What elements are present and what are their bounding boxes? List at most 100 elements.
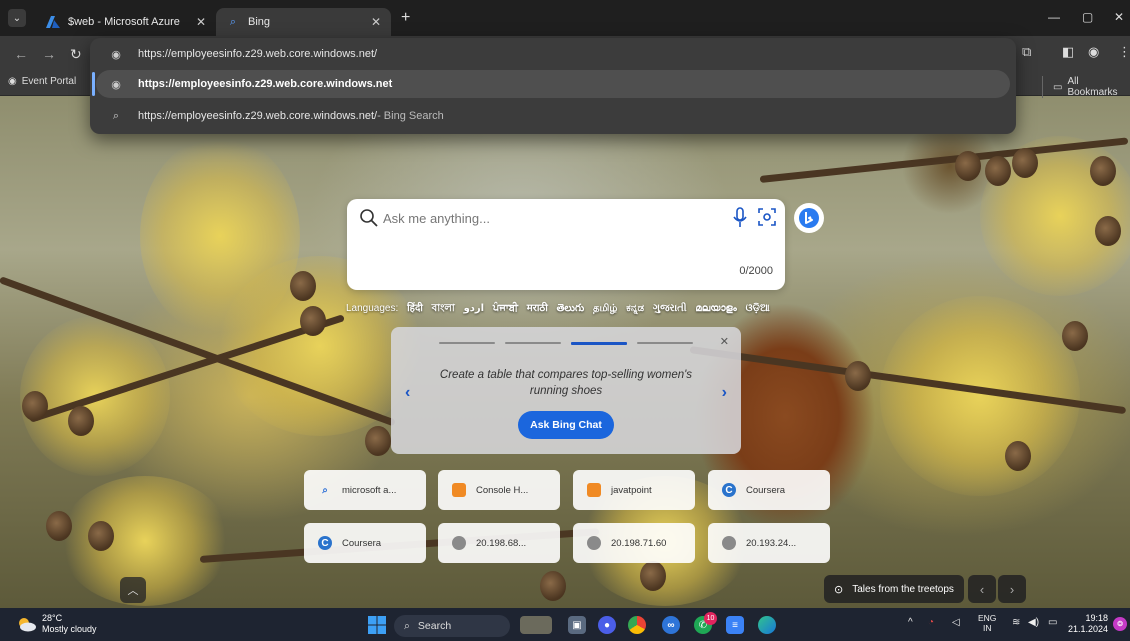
previous-image-icon[interactable]: ‹: [968, 575, 996, 603]
quick-link-label: Coursera: [342, 537, 382, 549]
taskbar-search[interactable]: ⌕ Search: [394, 615, 510, 637]
chevron-up-icon[interactable]: ^: [908, 617, 913, 628]
bing-icon: ⌕: [229, 15, 237, 28]
teams-chat-icon[interactable]: ●: [598, 616, 616, 634]
maximize-icon[interactable]: ▢: [1082, 10, 1093, 24]
carousel-dot[interactable]: [637, 342, 693, 344]
search-input[interactable]: [383, 208, 703, 228]
battery-icon[interactable]: ▭: [1048, 617, 1057, 628]
globe-icon: ◉: [111, 78, 121, 91]
language-link[interactable]: ગુજરાતી: [653, 303, 687, 314]
language-link[interactable]: हिंदी: [407, 303, 423, 314]
bing-chat-button[interactable]: [794, 203, 824, 233]
windows-start-icon[interactable]: [368, 616, 386, 634]
quick-link[interactable]: javatpoint: [573, 470, 695, 510]
carousel-dot[interactable]: [439, 342, 495, 344]
chrome-icon[interactable]: [628, 616, 646, 634]
app-tray-icon[interactable]: ◔: [928, 617, 934, 628]
language-link[interactable]: বাংলা: [432, 303, 455, 314]
chevron-right-icon[interactable]: ›: [722, 384, 727, 402]
language-link[interactable]: ਪੰਜਾਬੀ: [493, 303, 518, 314]
edge-icon[interactable]: [758, 616, 776, 634]
suggestion-url[interactable]: ◉ https://employeesinfo.z29.web.core.win…: [96, 70, 1010, 98]
title-bar: ⌄ $web - Microsoft Azure ✕ ⌕ Bing ✕ + — …: [0, 0, 1130, 36]
language-code: ENG: [978, 613, 997, 623]
notes-icon[interactable]: ≡: [726, 616, 744, 634]
quick-link[interactable]: C Coursera: [304, 523, 426, 563]
search-icon: ⌕: [404, 619, 410, 632]
tab-title: $web - Microsoft Azure: [68, 16, 180, 28]
bookmark-label: Event Portal: [21, 76, 77, 87]
quick-link[interactable]: 20.198.71.60: [573, 523, 695, 563]
send-icon[interactable]: ◁: [952, 617, 960, 628]
menu-icon[interactable]: ⋮: [1118, 44, 1130, 60]
tab-title: Bing: [248, 16, 271, 28]
tab-search-icon[interactable]: ⌄: [8, 9, 26, 27]
languages-bar: Languages: हिंदी বাংলা اردو ਪੰਜਾਬੀ मराठी…: [346, 300, 776, 318]
language-link[interactable]: मराठी: [527, 303, 548, 314]
language-link[interactable]: മലയാളം: [695, 303, 736, 314]
quick-link[interactable]: 20.193.24...: [708, 523, 830, 563]
language-link[interactable]: తెలుగు: [557, 303, 585, 314]
whatsapp-badge: 10: [704, 612, 717, 625]
notification-icon[interactable]: ❂: [1113, 617, 1127, 631]
search-icon: ⌕: [322, 484, 328, 496]
address-bar[interactable]: ◉ https://employeesinfo.z29.web.core.win…: [90, 38, 1016, 70]
quick-link[interactable]: 20.198.68...: [438, 523, 560, 563]
language-link[interactable]: ಕನ್ನಡ: [626, 303, 644, 314]
reload-icon[interactable]: ↻: [70, 46, 82, 63]
language-link[interactable]: اردو: [464, 303, 485, 314]
chevron-up-icon[interactable]: ︿: [120, 577, 146, 603]
quick-link[interactable]: ⌕ microsoft a...: [304, 470, 426, 510]
visual-search-icon[interactable]: [757, 207, 777, 227]
profile-icon[interactable]: ◉: [1088, 44, 1099, 60]
close-tab-icon[interactable]: ✕: [196, 15, 206, 29]
bookmark-event-portal[interactable]: ◉ Event Portal: [8, 76, 76, 87]
quick-link[interactable]: Console H...: [438, 470, 560, 510]
app-icon[interactable]: ∞: [662, 616, 680, 634]
wifi-icon[interactable]: ≋: [1012, 617, 1020, 628]
sidebar-icon[interactable]: ◧: [1062, 44, 1074, 60]
search-highlight-icon[interactable]: [520, 616, 552, 634]
chevron-left-icon[interactable]: ‹: [405, 384, 410, 402]
search-icon: ⌕: [112, 109, 120, 122]
forward-icon[interactable]: →: [42, 46, 56, 62]
character-count: 0/2000: [739, 265, 773, 277]
language-link[interactable]: தமிழ்: [593, 303, 617, 314]
address-input[interactable]: https://employeesinfo.z29.web.core.windo…: [138, 48, 377, 60]
azure-icon: [46, 15, 60, 29]
carousel-dot[interactable]: [505, 342, 561, 344]
omnibox-dropdown: ◉ https://employeesinfo.z29.web.core.win…: [90, 38, 1016, 134]
suggestion-bing-search[interactable]: ⌕ https://employeesinfo.z29.web.core.win…: [90, 102, 1016, 130]
carousel-dot-active[interactable]: [571, 342, 627, 345]
quick-link[interactable]: C Coursera: [708, 470, 830, 510]
minimize-icon[interactable]: —: [1048, 10, 1060, 24]
all-bookmarks[interactable]: ▭ All Bookmarks: [1042, 76, 1130, 98]
tab-bing[interactable]: ⌕ Bing ✕: [216, 8, 391, 36]
extensions-icon[interactable]: ⧉: [1022, 44, 1031, 60]
task-view-icon[interactable]: ▣: [568, 616, 586, 634]
ask-bing-chat-button[interactable]: Ask Bing Chat: [518, 411, 614, 439]
clock[interactable]: 19:18 21.1.2024: [1068, 613, 1108, 635]
date: 21.1.2024: [1068, 624, 1109, 634]
close-window-icon[interactable]: ✕: [1114, 10, 1124, 24]
language-link[interactable]: ଓଡ଼ିଆ: [746, 303, 770, 314]
quick-link-label: 20.198.71.60: [611, 537, 667, 549]
back-icon[interactable]: ←: [14, 46, 28, 62]
time: 19:18: [1085, 613, 1109, 623]
site-info-icon: ◉: [111, 48, 121, 61]
next-image-icon[interactable]: ›: [998, 575, 1026, 603]
volume-icon[interactable]: ◀): [1028, 617, 1039, 628]
weather-widget[interactable]: 28°C Mostly cloudy: [16, 613, 97, 635]
microphone-icon[interactable]: [732, 207, 748, 229]
language-indicator[interactable]: ENG IN: [978, 613, 996, 633]
close-tab-icon[interactable]: ✕: [371, 15, 381, 29]
weather-cloud-icon: [16, 616, 36, 632]
new-tab-icon[interactable]: +: [401, 9, 410, 27]
image-info-button[interactable]: ⊙ Tales from the treetops: [824, 575, 964, 603]
tab-azure[interactable]: $web - Microsoft Azure ✕: [36, 8, 216, 36]
temperature: 28°C: [42, 613, 63, 623]
cube-icon: [587, 483, 601, 497]
image-title: Tales from the treetops: [852, 583, 954, 595]
close-icon[interactable]: ✕: [720, 335, 729, 348]
